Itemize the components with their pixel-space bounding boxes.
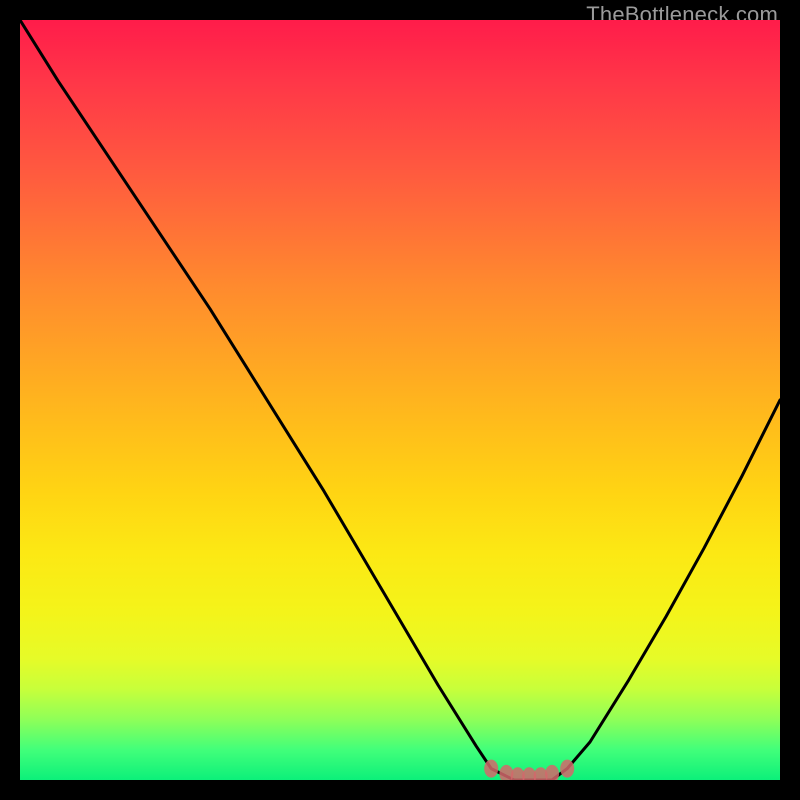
curve-marker [484,760,498,778]
bottleneck-curve-svg [20,20,780,780]
curve-marker [545,765,559,780]
curve-line [20,20,780,780]
curve-marker [560,760,574,778]
chart-frame [20,20,780,780]
